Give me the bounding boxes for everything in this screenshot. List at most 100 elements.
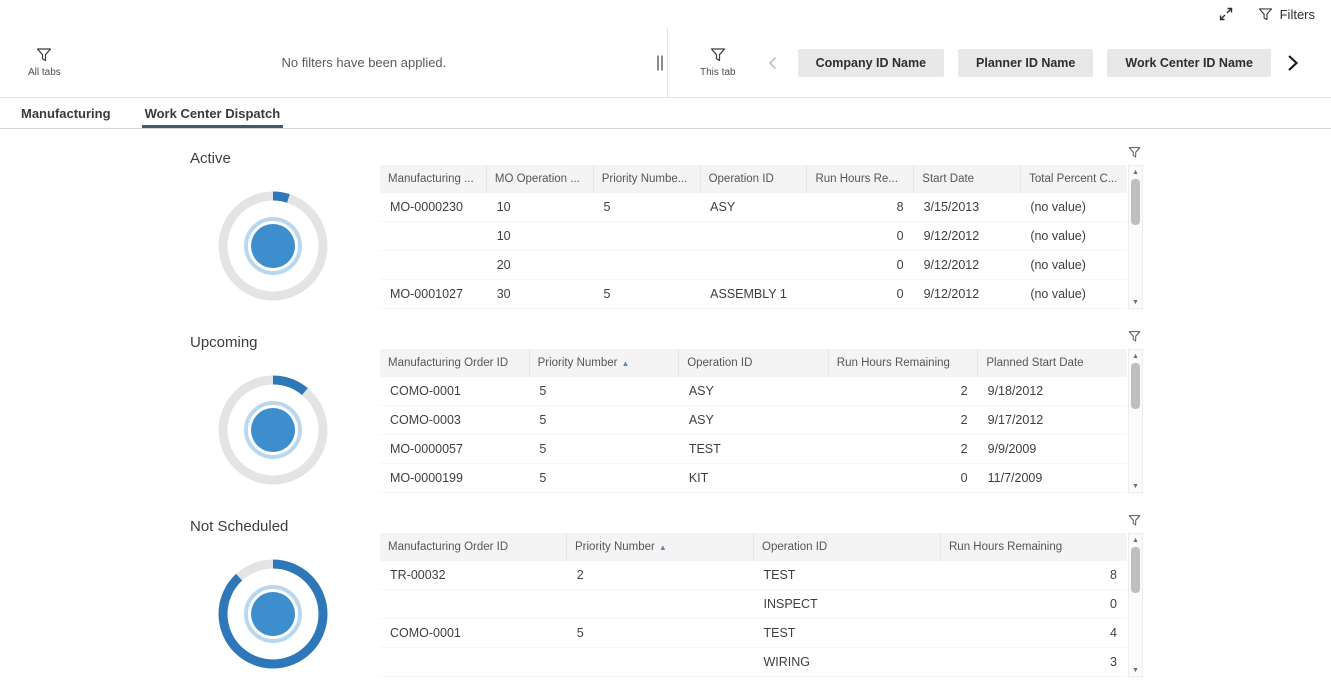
- scroll-down-icon[interactable]: ▼: [1129, 664, 1142, 676]
- column-header[interactable]: Manufacturing Order ID: [380, 349, 530, 377]
- table-row[interactable]: MO-0001027305ASSEMBLY 109/12/2012(no val…: [380, 280, 1127, 309]
- column-header[interactable]: Planned Start Date: [978, 349, 1127, 377]
- donut-chart: [217, 558, 329, 670]
- table-cell: TEST: [754, 561, 941, 589]
- expand-icon: [1218, 6, 1234, 22]
- filter-chip-row: Company ID Name Planner ID Name Work Cen…: [798, 49, 1271, 77]
- table-cell: 2: [567, 561, 754, 589]
- this-tab-filter-button[interactable]: This tab: [700, 47, 736, 78]
- table-row[interactable]: COMO-00035ASY29/17/2012: [380, 406, 1127, 435]
- table-row[interactable]: TR-000322TEST8: [380, 561, 1127, 590]
- table-cell: [380, 222, 487, 250]
- table-cell: TR-00032: [380, 561, 567, 589]
- all-tabs-filter-panel: All tabs No filters have been applied.: [0, 28, 668, 97]
- column-header-label: MO Operation ...: [495, 173, 580, 185]
- column-header-label: Priority Numbe...: [602, 173, 688, 185]
- scroll-down-icon[interactable]: ▼: [1129, 480, 1142, 492]
- chevron-left-icon[interactable]: [762, 52, 784, 74]
- vertical-scrollbar[interactable]: ▲ ▼: [1128, 533, 1143, 677]
- scroll-up-icon[interactable]: ▲: [1129, 166, 1142, 178]
- all-tabs-label: All tabs: [28, 67, 61, 78]
- table-row[interactable]: MO-0000230105ASY83/15/2013(no value): [380, 193, 1127, 222]
- data-table: Manufacturing ... MO Operation ... Priorit…: [380, 165, 1127, 309]
- column-header-label: Run Hours Remaining: [837, 357, 950, 369]
- vertical-scrollbar[interactable]: ▲ ▼: [1128, 165, 1143, 309]
- filter-chip-company-id-name[interactable]: Company ID Name: [798, 49, 944, 77]
- column-header[interactable]: Manufacturing ...: [380, 165, 487, 193]
- table-cell: KIT: [679, 464, 828, 492]
- donut-chart: [217, 374, 329, 486]
- panel-resize-handle[interactable]: [655, 53, 665, 72]
- chevron-right-icon[interactable]: [1279, 50, 1305, 76]
- all-tabs-filter-button[interactable]: All tabs: [28, 47, 61, 78]
- expand-button[interactable]: [1218, 6, 1234, 22]
- table-row[interactable]: MO-00000575TEST29/9/2009: [380, 435, 1127, 464]
- column-header-label: Run Hours Remaining: [949, 541, 1062, 553]
- section-filter-icon[interactable]: [1128, 146, 1141, 159]
- dashboard-content: Active Manufacturing ...MO Operation ...…: [0, 129, 1331, 693]
- table-cell: 2: [828, 406, 977, 434]
- column-header[interactable]: Manufacturing Order ID: [380, 533, 567, 561]
- table-row[interactable]: COMO-00015TEST4: [380, 619, 1127, 648]
- table-cell: 5: [529, 377, 678, 405]
- table-row[interactable]: MO-00001995KIT011/7/2009: [380, 464, 1127, 493]
- scroll-up-icon[interactable]: ▲: [1129, 350, 1142, 362]
- column-header[interactable]: Start Date: [914, 165, 1021, 193]
- column-header[interactable]: Run Hours Re...: [807, 165, 914, 193]
- table-cell: [593, 251, 700, 279]
- vertical-scrollbar[interactable]: ▲ ▼: [1128, 349, 1143, 493]
- table-cell: 30: [487, 280, 594, 308]
- table-cell: 9/12/2012: [914, 222, 1021, 250]
- column-header[interactable]: Priority Numbe...: [594, 165, 701, 193]
- scrollbar-thumb[interactable]: [1131, 179, 1140, 225]
- table-cell: INSPECT: [754, 590, 941, 618]
- table-cell: [380, 648, 567, 676]
- table-cell: [380, 251, 487, 279]
- column-header[interactable]: Total Percent C...: [1021, 165, 1127, 193]
- column-header[interactable]: Run Hours Remaining: [829, 349, 979, 377]
- table-cell: 5: [529, 435, 678, 463]
- table-cell: WIRING: [754, 648, 941, 676]
- table-cell: ASY: [679, 377, 828, 405]
- sort-ascending-icon: ▲: [621, 359, 629, 368]
- table-row[interactable]: COMO-00015ASY29/18/2012: [380, 377, 1127, 406]
- table-cell: 5: [567, 619, 754, 647]
- filters-button[interactable]: Filters: [1258, 7, 1315, 22]
- table-row[interactable]: 2009/12/2012(no value): [380, 251, 1127, 280]
- column-header-label: Total Percent C...: [1029, 173, 1117, 185]
- table-cell: ASSEMBLY 1: [700, 280, 807, 308]
- column-header[interactable]: Priority Number▲: [567, 533, 754, 561]
- table-cell: ASY: [679, 406, 828, 434]
- scroll-down-icon[interactable]: ▼: [1129, 296, 1142, 308]
- table-cell: 10: [487, 222, 594, 250]
- table-cell: 5: [593, 193, 700, 221]
- table-cell: TEST: [679, 435, 828, 463]
- scroll-up-icon[interactable]: ▲: [1129, 534, 1142, 546]
- top-bar: Filters: [0, 0, 1331, 28]
- section-filter-icon[interactable]: [1128, 514, 1141, 527]
- table-header-row: Manufacturing Order ID Priority Number▲Op…: [380, 533, 1127, 561]
- column-header[interactable]: Operation ID: [701, 165, 808, 193]
- tab-work-center-dispatch[interactable]: Work Center Dispatch: [142, 98, 284, 128]
- filter-chip-work-center-id-name[interactable]: Work Center ID Name: [1107, 49, 1271, 77]
- column-header[interactable]: Priority Number▲: [530, 349, 680, 377]
- column-header-label: Start Date: [922, 173, 974, 185]
- table-row[interactable]: INSPECT0: [380, 590, 1127, 619]
- table-cell: [593, 222, 700, 250]
- table-cell: (no value): [1020, 251, 1127, 279]
- column-header[interactable]: Operation ID: [679, 349, 829, 377]
- funnel-icon: [710, 47, 726, 63]
- table-cell: 4: [940, 619, 1127, 647]
- tab-manufacturing[interactable]: Manufacturing: [18, 98, 114, 128]
- scrollbar-thumb[interactable]: [1131, 547, 1140, 593]
- table-cell: 0: [828, 464, 977, 492]
- section-filter-icon[interactable]: [1128, 330, 1141, 343]
- column-header-label: Manufacturing Order ID: [388, 541, 508, 553]
- column-header[interactable]: Run Hours Remaining: [941, 533, 1127, 561]
- column-header[interactable]: Operation ID: [754, 533, 941, 561]
- scrollbar-thumb[interactable]: [1131, 363, 1140, 409]
- table-row[interactable]: WIRING3: [380, 648, 1127, 677]
- table-row[interactable]: 1009/12/2012(no value): [380, 222, 1127, 251]
- column-header[interactable]: MO Operation ...: [487, 165, 594, 193]
- filter-chip-planner-id-name[interactable]: Planner ID Name: [958, 49, 1093, 77]
